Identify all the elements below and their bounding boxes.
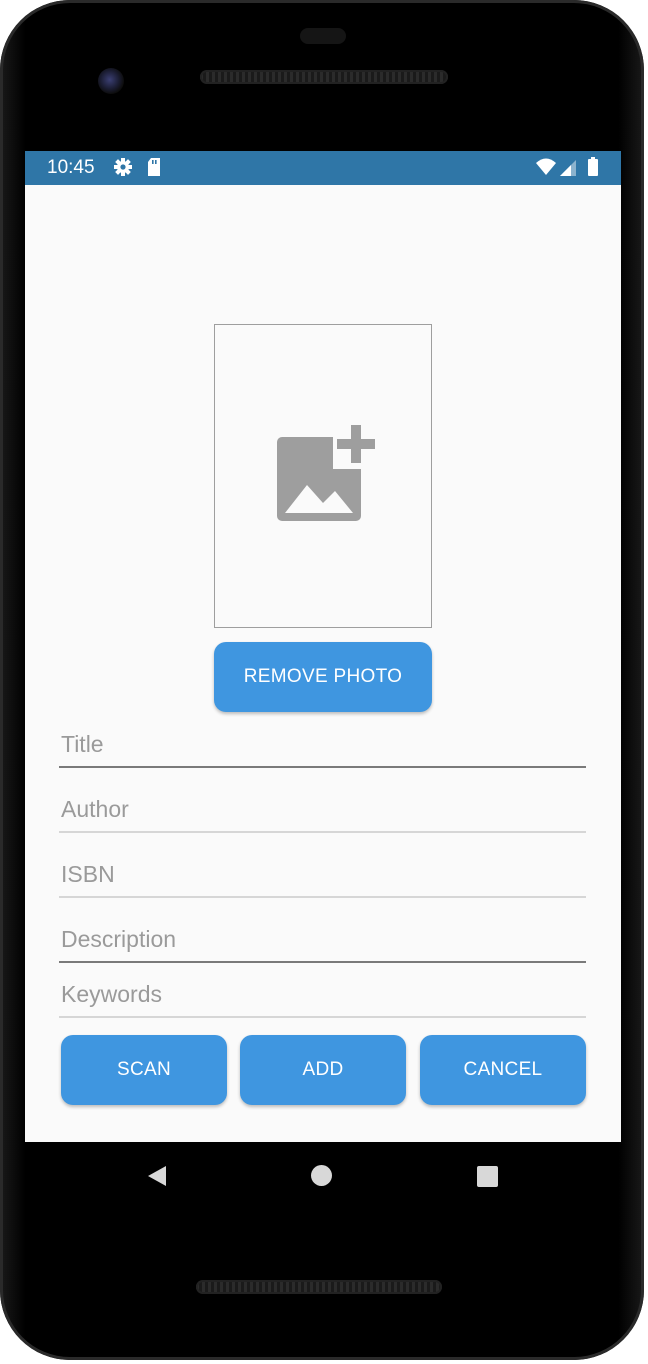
battery-icon	[587, 157, 599, 182]
sd-card-icon	[146, 157, 162, 182]
remove-photo-button[interactable]: REMOVE PHOTO	[214, 642, 432, 712]
phone-frame: 10:45 REMOVE PHOTO Title Author ISBN Des…	[0, 0, 644, 1360]
book-photo-placeholder[interactable]	[214, 324, 432, 628]
keywords-field[interactable]	[59, 974, 586, 1018]
home-icon[interactable]	[311, 1165, 332, 1186]
front-camera	[98, 68, 124, 94]
description-underline	[59, 961, 586, 963]
top-speaker-grille	[200, 70, 448, 84]
title-input[interactable]	[59, 724, 586, 764]
cancel-button[interactable]: CANCEL	[420, 1035, 586, 1105]
description-field[interactable]	[59, 919, 586, 963]
back-icon[interactable]	[146, 1164, 168, 1193]
title-underline	[59, 766, 586, 768]
gear-icon	[113, 157, 133, 182]
app-screen: 10:45 REMOVE PHOTO Title Author ISBN Des…	[25, 151, 621, 1142]
isbn-input[interactable]	[59, 854, 586, 894]
wifi-icon	[535, 157, 557, 182]
earpiece	[300, 28, 346, 44]
isbn-field[interactable]	[59, 854, 586, 898]
author-field[interactable]	[59, 789, 586, 833]
description-input[interactable]	[59, 919, 586, 959]
isbn-underline	[59, 896, 586, 898]
add-button[interactable]: ADD	[240, 1035, 406, 1105]
author-underline	[59, 831, 586, 833]
status-bar: 10:45	[25, 151, 621, 185]
keywords-input[interactable]	[59, 974, 586, 1014]
title-field[interactable]	[59, 724, 586, 768]
add-photo-icon[interactable]	[275, 423, 379, 532]
bottom-speaker-grille	[196, 1280, 442, 1294]
scan-button[interactable]: SCAN	[61, 1035, 227, 1105]
recents-icon[interactable]	[477, 1166, 498, 1187]
keywords-underline	[59, 1016, 586, 1018]
signal-icon	[559, 157, 577, 182]
author-input[interactable]	[59, 789, 586, 829]
status-time: 10:45	[47, 157, 95, 178]
